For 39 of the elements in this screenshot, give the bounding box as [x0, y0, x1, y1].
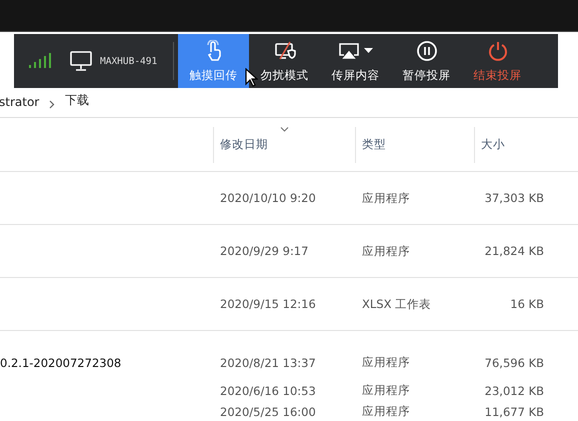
- type-cell: 应用程序: [362, 404, 410, 418]
- date-cell: 2020/8/21 13:37: [220, 356, 316, 370]
- size-cell: 16 KB: [510, 297, 544, 311]
- signal-icon: [28, 53, 52, 69]
- column-header[interactable]: 大小: [474, 126, 556, 162]
- breadcrumb-item[interactable]: strator: [0, 95, 40, 109]
- device-name: MAXHUB-491: [100, 56, 158, 66]
- type-cell: 应用程序: [362, 383, 410, 397]
- chevron-icon: [49, 100, 56, 109]
- column-header[interactable]: 修改日期: [213, 126, 355, 162]
- power-icon: [486, 40, 509, 62]
- breadcrumb-item[interactable]: 下载: [65, 92, 90, 109]
- toolbar-button[interactable]: 传屏内容: [320, 34, 392, 88]
- cast-screen-icon: [338, 40, 360, 60]
- type-cell: 应用程序: [362, 190, 410, 204]
- type-cell: 应用程序: [362, 244, 410, 258]
- date-cell: 2020/5/25 16:00: [220, 404, 316, 418]
- size-cell: 11,677 KB: [484, 404, 544, 418]
- size-cell: 23,012 KB: [484, 384, 544, 398]
- type-cell: XLSX 工作表: [362, 296, 432, 310]
- file-name[interactable]: 0.2.1-202007272308: [0, 356, 122, 370]
- date-cell: 2020/9/29 9:17: [220, 244, 308, 258]
- size-cell: 37,303 KB: [484, 191, 544, 205]
- date-cell: 2020/9/15 12:16: [220, 297, 316, 311]
- date-cell: 2020/6/16 10:53: [220, 384, 316, 398]
- toolbar-button[interactable]: 结束投屏: [462, 34, 534, 88]
- size-cell: 76,596 KB: [484, 356, 544, 370]
- monitor-icon: [70, 51, 92, 71]
- screen-shield-icon: [274, 40, 296, 60]
- toolbar-button[interactable]: 勿扰模式: [249, 34, 320, 88]
- caret-icon: [364, 48, 374, 53]
- column-header[interactable]: 类型: [355, 126, 474, 162]
- pause-icon: [416, 40, 438, 62]
- toolbar-button[interactable]: 暂停投屏: [391, 34, 462, 88]
- type-cell: 应用程序: [362, 355, 410, 369]
- size-cell: 21,824 KB: [484, 244, 544, 258]
- toolbar-button[interactable]: 触摸回传: [178, 34, 250, 88]
- date-cell: 2020/10/10 9:20: [220, 191, 316, 205]
- mouse-cursor-icon: [245, 68, 258, 87]
